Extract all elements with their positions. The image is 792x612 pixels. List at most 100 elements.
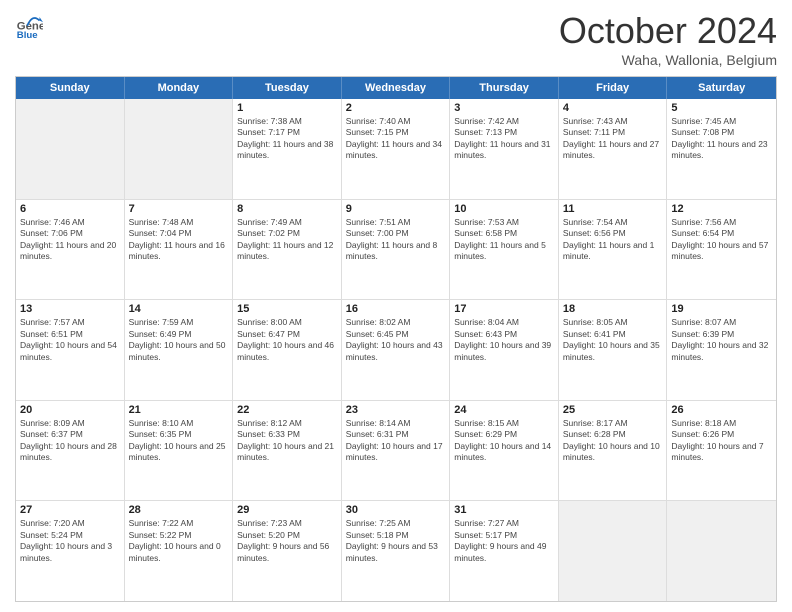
day-cell-26: 26Sunrise: 8:18 AMSunset: 6:26 PMDayligh… bbox=[667, 401, 776, 501]
day-number: 15 bbox=[237, 303, 337, 315]
day-number: 14 bbox=[129, 303, 229, 315]
sunset-text: Sunset: 6:49 PM bbox=[129, 329, 229, 340]
sunset-text: Sunset: 6:37 PM bbox=[20, 429, 120, 440]
sunrise-text: Sunrise: 7:23 AM bbox=[237, 518, 337, 529]
sunrise-text: Sunrise: 7:38 AM bbox=[237, 116, 337, 127]
sunset-text: Sunset: 6:51 PM bbox=[20, 329, 120, 340]
logo: General Blue bbox=[15, 10, 43, 38]
daylight-text: Daylight: 10 hours and 43 minutes. bbox=[346, 340, 446, 363]
daylight-text: Daylight: 11 hours and 23 minutes. bbox=[671, 139, 772, 162]
daylight-text: Daylight: 10 hours and 39 minutes. bbox=[454, 340, 554, 363]
day-number: 29 bbox=[237, 504, 337, 516]
sunset-text: Sunset: 6:47 PM bbox=[237, 329, 337, 340]
month-title: October 2024 bbox=[559, 10, 777, 52]
header-day-sunday: Sunday bbox=[16, 77, 125, 99]
daylight-text: Daylight: 10 hours and 10 minutes. bbox=[563, 441, 663, 464]
svg-text:Blue: Blue bbox=[17, 30, 38, 38]
daylight-text: Daylight: 10 hours and 46 minutes. bbox=[237, 340, 337, 363]
header-day-friday: Friday bbox=[559, 77, 668, 99]
day-number: 17 bbox=[454, 303, 554, 315]
daylight-text: Daylight: 11 hours and 27 minutes. bbox=[563, 139, 663, 162]
calendar-body: 1Sunrise: 7:38 AMSunset: 7:17 PMDaylight… bbox=[16, 99, 776, 601]
day-number: 31 bbox=[454, 504, 554, 516]
sunset-text: Sunset: 6:56 PM bbox=[563, 228, 663, 239]
day-number: 9 bbox=[346, 203, 446, 215]
calendar-week-2: 6Sunrise: 7:46 AMSunset: 7:06 PMDaylight… bbox=[16, 200, 776, 301]
sunset-text: Sunset: 6:45 PM bbox=[346, 329, 446, 340]
sunset-text: Sunset: 6:39 PM bbox=[671, 329, 772, 340]
day-number: 4 bbox=[563, 102, 663, 114]
day-cell-14: 14Sunrise: 7:59 AMSunset: 6:49 PMDayligh… bbox=[125, 300, 234, 400]
day-number: 19 bbox=[671, 303, 772, 315]
day-cell-4: 4Sunrise: 7:43 AMSunset: 7:11 PMDaylight… bbox=[559, 99, 668, 199]
day-cell-13: 13Sunrise: 7:57 AMSunset: 6:51 PMDayligh… bbox=[16, 300, 125, 400]
sunset-text: Sunset: 5:24 PM bbox=[20, 530, 120, 541]
sunrise-text: Sunrise: 8:12 AM bbox=[237, 418, 337, 429]
calendar-week-5: 27Sunrise: 7:20 AMSunset: 5:24 PMDayligh… bbox=[16, 501, 776, 601]
day-number: 30 bbox=[346, 504, 446, 516]
location-subtitle: Waha, Wallonia, Belgium bbox=[559, 52, 777, 68]
daylight-text: Daylight: 10 hours and 25 minutes. bbox=[129, 441, 229, 464]
sunrise-text: Sunrise: 7:59 AM bbox=[129, 317, 229, 328]
header-day-tuesday: Tuesday bbox=[233, 77, 342, 99]
day-cell-9: 9Sunrise: 7:51 AMSunset: 7:00 PMDaylight… bbox=[342, 200, 451, 300]
day-number: 22 bbox=[237, 404, 337, 416]
daylight-text: Daylight: 9 hours and 53 minutes. bbox=[346, 541, 446, 564]
calendar-header: SundayMondayTuesdayWednesdayThursdayFrid… bbox=[16, 77, 776, 99]
daylight-text: Daylight: 11 hours and 16 minutes. bbox=[129, 240, 229, 263]
day-cell-5: 5Sunrise: 7:45 AMSunset: 7:08 PMDaylight… bbox=[667, 99, 776, 199]
empty-cell bbox=[667, 501, 776, 601]
sunset-text: Sunset: 6:26 PM bbox=[671, 429, 772, 440]
day-number: 7 bbox=[129, 203, 229, 215]
day-cell-17: 17Sunrise: 8:04 AMSunset: 6:43 PMDayligh… bbox=[450, 300, 559, 400]
day-number: 5 bbox=[671, 102, 772, 114]
sunrise-text: Sunrise: 8:02 AM bbox=[346, 317, 446, 328]
daylight-text: Daylight: 11 hours and 1 minute. bbox=[563, 240, 663, 263]
daylight-text: Daylight: 11 hours and 20 minutes. bbox=[20, 240, 120, 263]
day-number: 18 bbox=[563, 303, 663, 315]
day-number: 10 bbox=[454, 203, 554, 215]
sunset-text: Sunset: 5:20 PM bbox=[237, 530, 337, 541]
sunrise-text: Sunrise: 8:18 AM bbox=[671, 418, 772, 429]
sunset-text: Sunset: 7:13 PM bbox=[454, 127, 554, 138]
day-cell-10: 10Sunrise: 7:53 AMSunset: 6:58 PMDayligh… bbox=[450, 200, 559, 300]
sunrise-text: Sunrise: 7:48 AM bbox=[129, 217, 229, 228]
sunset-text: Sunset: 7:06 PM bbox=[20, 228, 120, 239]
sunrise-text: Sunrise: 8:17 AM bbox=[563, 418, 663, 429]
daylight-text: Daylight: 10 hours and 7 minutes. bbox=[671, 441, 772, 464]
day-number: 21 bbox=[129, 404, 229, 416]
daylight-text: Daylight: 10 hours and 28 minutes. bbox=[20, 441, 120, 464]
day-number: 16 bbox=[346, 303, 446, 315]
day-number: 11 bbox=[563, 203, 663, 215]
day-cell-11: 11Sunrise: 7:54 AMSunset: 6:56 PMDayligh… bbox=[559, 200, 668, 300]
daylight-text: Daylight: 10 hours and 54 minutes. bbox=[20, 340, 120, 363]
daylight-text: Daylight: 11 hours and 38 minutes. bbox=[237, 139, 337, 162]
day-number: 23 bbox=[346, 404, 446, 416]
daylight-text: Daylight: 11 hours and 31 minutes. bbox=[454, 139, 554, 162]
sunrise-text: Sunrise: 7:46 AM bbox=[20, 217, 120, 228]
daylight-text: Daylight: 11 hours and 34 minutes. bbox=[346, 139, 446, 162]
day-cell-23: 23Sunrise: 8:14 AMSunset: 6:31 PMDayligh… bbox=[342, 401, 451, 501]
sunrise-text: Sunrise: 8:07 AM bbox=[671, 317, 772, 328]
sunrise-text: Sunrise: 7:51 AM bbox=[346, 217, 446, 228]
calendar-week-1: 1Sunrise: 7:38 AMSunset: 7:17 PMDaylight… bbox=[16, 99, 776, 200]
day-number: 20 bbox=[20, 404, 120, 416]
day-number: 13 bbox=[20, 303, 120, 315]
daylight-text: Daylight: 10 hours and 17 minutes. bbox=[346, 441, 446, 464]
daylight-text: Daylight: 10 hours and 35 minutes. bbox=[563, 340, 663, 363]
logo-icon: General Blue bbox=[15, 10, 43, 38]
sunset-text: Sunset: 6:29 PM bbox=[454, 429, 554, 440]
header-day-saturday: Saturday bbox=[667, 77, 776, 99]
sunrise-text: Sunrise: 8:15 AM bbox=[454, 418, 554, 429]
day-cell-8: 8Sunrise: 7:49 AMSunset: 7:02 PMDaylight… bbox=[233, 200, 342, 300]
sunset-text: Sunset: 7:15 PM bbox=[346, 127, 446, 138]
day-number: 24 bbox=[454, 404, 554, 416]
sunset-text: Sunset: 6:58 PM bbox=[454, 228, 554, 239]
day-cell-18: 18Sunrise: 8:05 AMSunset: 6:41 PMDayligh… bbox=[559, 300, 668, 400]
day-number: 27 bbox=[20, 504, 120, 516]
sunset-text: Sunset: 6:35 PM bbox=[129, 429, 229, 440]
day-cell-12: 12Sunrise: 7:56 AMSunset: 6:54 PMDayligh… bbox=[667, 200, 776, 300]
daylight-text: Daylight: 10 hours and 57 minutes. bbox=[671, 240, 772, 263]
day-cell-19: 19Sunrise: 8:07 AMSunset: 6:39 PMDayligh… bbox=[667, 300, 776, 400]
page-header: General Blue October 2024 Waha, Wallonia… bbox=[15, 10, 777, 68]
